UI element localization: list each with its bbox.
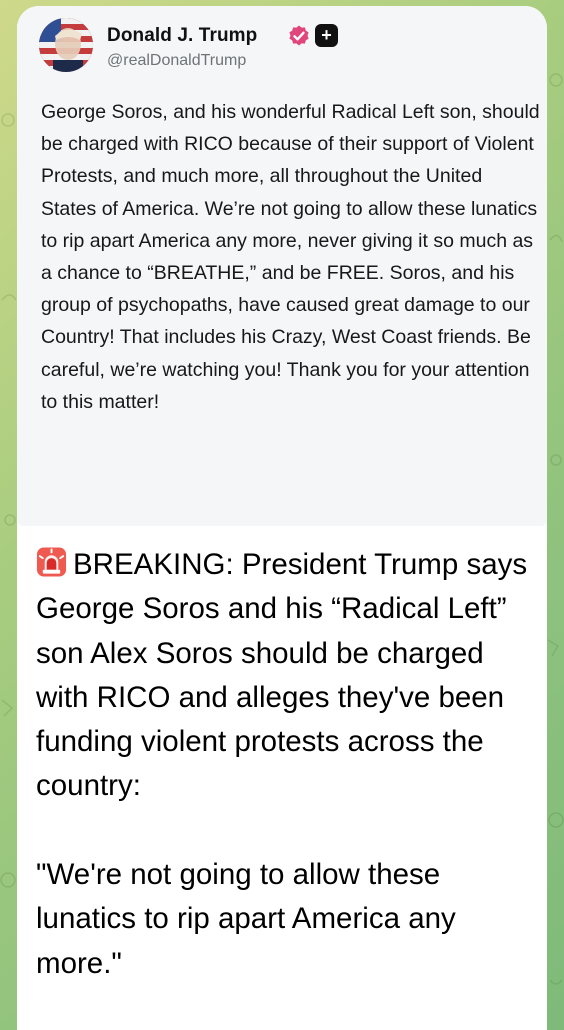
message-text: BREAKING: President Trump says George So… [36, 543, 541, 986]
message-bubble: Donald J. Trump + @realDonaldTrump Georg… [17, 6, 547, 1030]
message-body: BREAKING: President Trump says George So… [36, 548, 528, 980]
plus-badge-icon: + [315, 24, 338, 47]
avatar[interactable] [39, 18, 93, 72]
avatar-image [39, 18, 93, 72]
display-name[interactable]: Donald J. Trump [107, 25, 257, 47]
handle[interactable]: @realDonaldTrump [107, 52, 246, 70]
post-body-text: George Soros, and his wonderful Radical … [41, 101, 540, 413]
post-embed[interactable]: Donald J. Trump + @realDonaldTrump Georg… [17, 6, 547, 526]
verified-badge-icon [289, 25, 309, 46]
siren-icon [36, 547, 67, 577]
